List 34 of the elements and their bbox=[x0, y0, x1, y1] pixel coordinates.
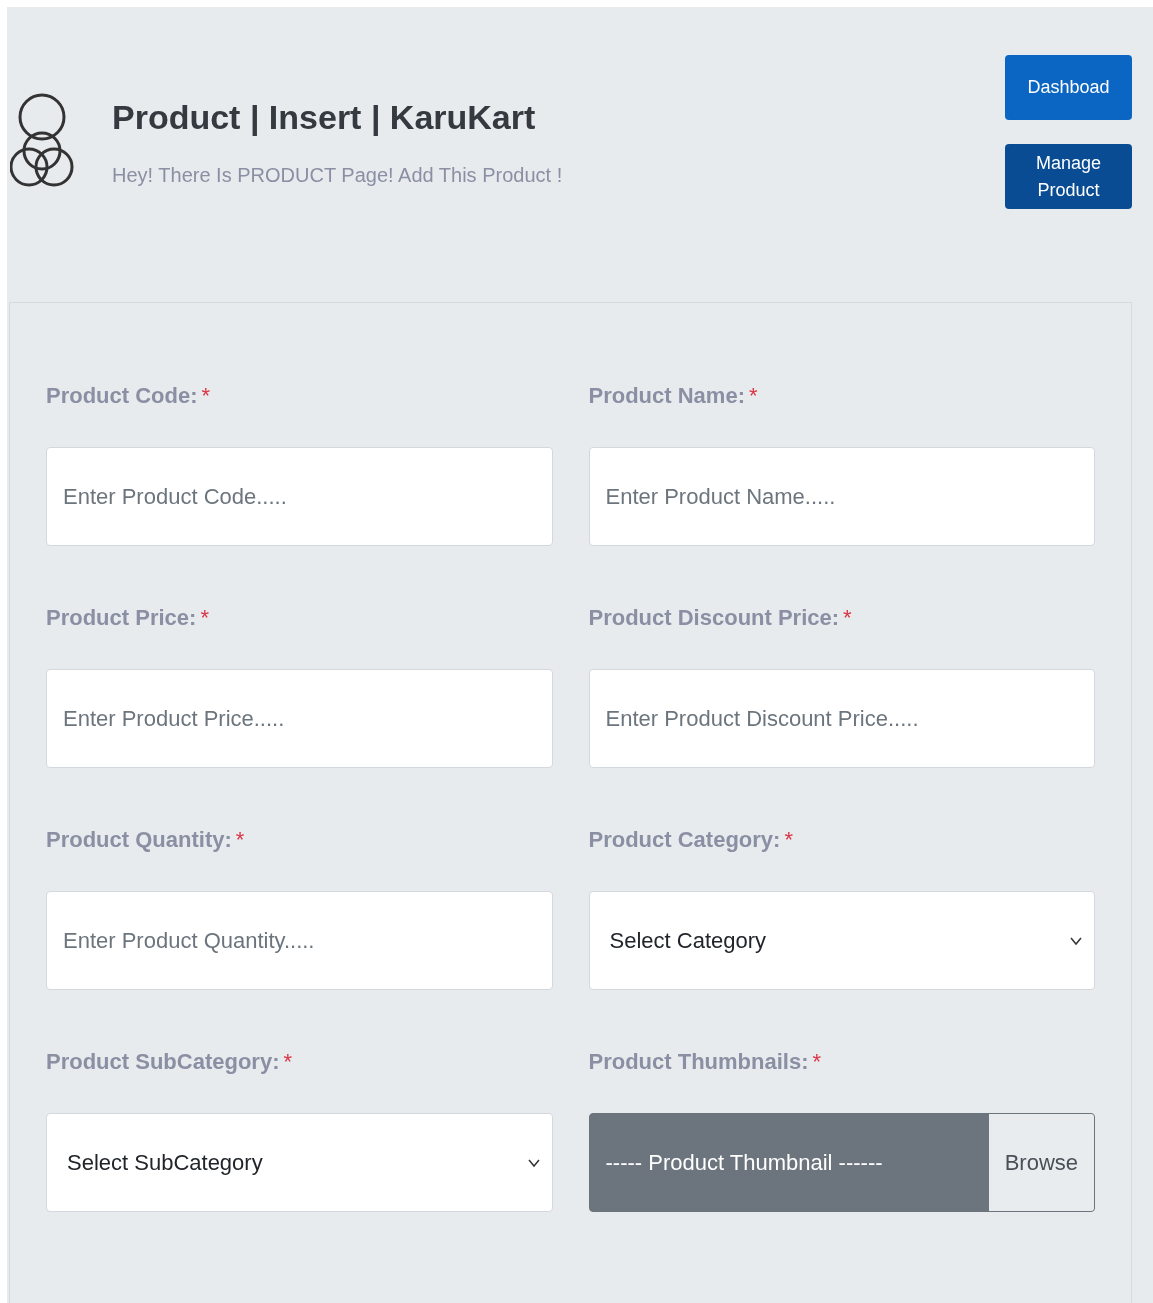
select-value: Select SubCategory bbox=[67, 1149, 263, 1177]
manage-product-button[interactable]: Manage Product bbox=[1005, 144, 1132, 209]
field-label: Product Category: bbox=[588, 826, 781, 854]
text-input-field[interactable]: Enter Product Code..... bbox=[46, 447, 553, 546]
text-input-field[interactable]: Enter Product Quantity..... bbox=[46, 891, 553, 990]
file-input-field[interactable]: ----- Product Thumbnail ------ Browse bbox=[588, 1113, 1095, 1212]
text-input-field[interactable]: Enter Product Discount Price..... bbox=[588, 669, 1095, 768]
field-label: Product Discount Price: bbox=[588, 604, 840, 632]
dashboard-button[interactable]: Dashboad bbox=[1005, 55, 1132, 120]
page-subtitle: Hey! There Is PRODUCT Page! Add This Product ! bbox=[112, 163, 563, 188]
required-mark: * bbox=[784, 826, 793, 854]
browse-button[interactable]: Browse bbox=[988, 1114, 1094, 1211]
field-label: Product Price: bbox=[46, 604, 197, 632]
field-label: Product SubCategory: bbox=[46, 1048, 280, 1076]
required-mark: * bbox=[200, 604, 209, 632]
required-mark: * bbox=[749, 382, 758, 410]
page-title: Product | Insert | KaruKart bbox=[112, 100, 537, 134]
file-label: ----- Product Thumbnail ------ bbox=[604, 1149, 884, 1177]
required-mark: * bbox=[812, 1048, 822, 1076]
text-input-field[interactable]: Enter Product Name..... bbox=[588, 447, 1095, 546]
field-label: Product Quantity: bbox=[46, 826, 232, 854]
select-value: Select Category bbox=[609, 927, 767, 955]
required-mark: * bbox=[283, 1048, 293, 1076]
select-dropdown[interactable]: Select Category bbox=[588, 891, 1095, 990]
required-mark: * bbox=[843, 604, 852, 632]
field-label: Product Thumbnails: bbox=[588, 1048, 809, 1076]
text-input-field[interactable]: Enter Product Price..... bbox=[46, 669, 553, 768]
chevron-down-icon bbox=[527, 1157, 540, 1168]
select-dropdown[interactable]: Select SubCategory bbox=[46, 1113, 553, 1212]
required-mark: * bbox=[235, 826, 245, 854]
chevron-down-icon bbox=[1070, 935, 1082, 946]
field-label: Product Code: bbox=[46, 382, 198, 410]
field-label: Product Name: bbox=[588, 382, 745, 410]
required-mark: * bbox=[201, 382, 211, 410]
